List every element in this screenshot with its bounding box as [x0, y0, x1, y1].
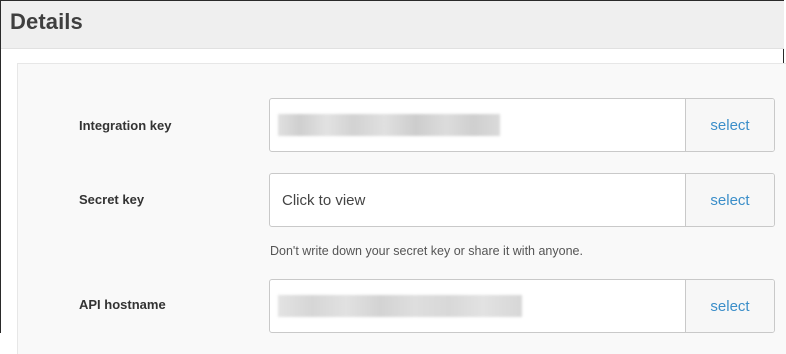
integration-key-value[interactable] [270, 99, 685, 151]
secret-key-select-button[interactable]: select [685, 174, 774, 226]
secret-key-help-text: Don't write down your secret key or shar… [270, 244, 583, 258]
api-hostname-label: API hostname [79, 297, 166, 312]
integration-key-redacted [278, 114, 500, 136]
integration-key-field[interactable]: select [269, 98, 775, 152]
secret-key-field[interactable]: Click to view select [269, 173, 775, 227]
details-header: Details [1, 1, 784, 49]
api-hostname-select-button[interactable]: select [685, 280, 774, 332]
integration-key-select-button[interactable]: select [685, 99, 774, 151]
secret-key-text: Click to view [282, 191, 366, 209]
api-hostname-field[interactable]: select [269, 279, 775, 333]
secret-key-value[interactable]: Click to view [270, 174, 685, 226]
api-hostname-value[interactable] [270, 280, 685, 332]
integration-key-label: Integration key [79, 118, 172, 133]
api-hostname-redacted [278, 295, 522, 317]
section-title: Details [10, 9, 83, 34]
secret-key-label: Secret key [79, 192, 145, 207]
